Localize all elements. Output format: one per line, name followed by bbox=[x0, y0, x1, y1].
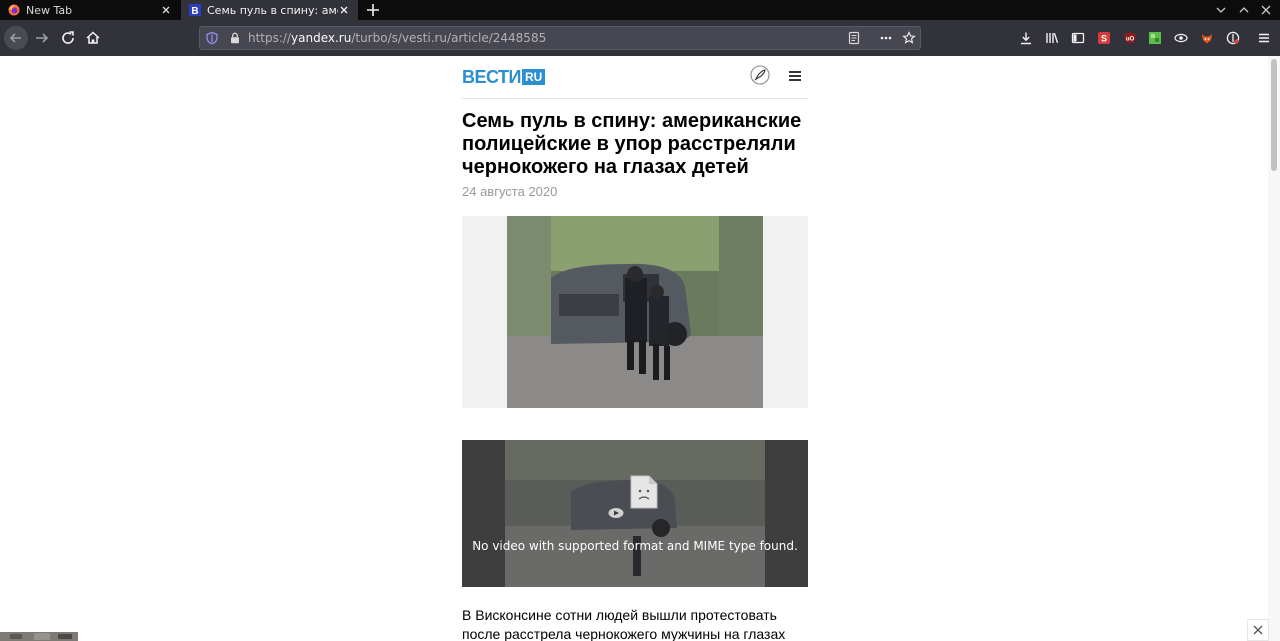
tab-title: Семь пуль в спину: америк bbox=[207, 3, 338, 17]
play-icon bbox=[608, 508, 624, 518]
logo-badge: RU bbox=[522, 69, 546, 85]
tab-title: New Tab bbox=[26, 3, 73, 17]
sad-file-icon bbox=[630, 475, 658, 509]
close-icon[interactable] bbox=[160, 4, 172, 16]
reader-view-icon[interactable] bbox=[847, 31, 861, 45]
overlay-close-button[interactable] bbox=[1247, 619, 1269, 641]
url-prefix: https:// bbox=[248, 31, 292, 45]
url-path: /turbo/s/vesti.ru/article/2448585 bbox=[351, 31, 547, 45]
forward-arrow-icon[interactable] bbox=[31, 27, 53, 49]
svg-text:uO: uO bbox=[1126, 37, 1135, 43]
navigation-toolbar: https://yandex.ru/turbo/s/vesti.ru/artic… bbox=[0, 20, 1280, 56]
extension-green-icon[interactable] bbox=[1148, 31, 1162, 45]
more-actions-icon[interactable] bbox=[879, 31, 893, 45]
back-button[interactable] bbox=[4, 26, 28, 50]
lock-icon[interactable] bbox=[228, 31, 242, 45]
home-icon[interactable] bbox=[82, 27, 104, 49]
vesti-logo[interactable]: ВЕСТИ RU bbox=[462, 67, 546, 87]
reload-icon[interactable] bbox=[57, 27, 79, 49]
url-text[interactable]: https://yandex.ru/turbo/s/vesti.ru/artic… bbox=[248, 27, 546, 49]
article-headline: Семь пуль в спину: американские полицейс… bbox=[462, 110, 802, 178]
url-host: yandex.ru bbox=[291, 31, 352, 45]
bottom-ad-strip-image bbox=[0, 632, 78, 641]
video-player[interactable]: No video with supported format and MIME … bbox=[462, 440, 808, 587]
sidebar-icon[interactable] bbox=[1071, 31, 1085, 45]
video-poster-frame bbox=[505, 440, 765, 587]
chevron-up-icon[interactable] bbox=[1237, 3, 1251, 17]
ublock-icon[interactable]: uO bbox=[1123, 31, 1137, 45]
url-bar[interactable]: https://yandex.ru/turbo/s/vesti.ru/artic… bbox=[199, 26, 921, 50]
tab-strip: New Tab В Семь пуль в спину: америк bbox=[0, 0, 1280, 20]
rocket-icon[interactable] bbox=[750, 65, 770, 85]
download-icon[interactable] bbox=[1019, 31, 1033, 45]
article-photo[interactable] bbox=[462, 216, 808, 408]
svg-text:В: В bbox=[191, 6, 198, 16]
bookmark-star-icon[interactable] bbox=[902, 31, 916, 45]
new-tab-plus-icon[interactable] bbox=[364, 1, 382, 19]
tab-new-tab[interactable]: New Tab bbox=[0, 0, 180, 20]
firefox-icon bbox=[8, 4, 20, 16]
logo-word: ВЕСТИ bbox=[462, 67, 522, 87]
article-date: 24 августа 2020 bbox=[462, 184, 558, 199]
extension-fox-icon[interactable] bbox=[1200, 31, 1214, 45]
scrollbar-thumb[interactable] bbox=[1271, 59, 1277, 171]
page-scrollbar[interactable] bbox=[1268, 56, 1280, 641]
police-scene-image bbox=[507, 216, 763, 408]
close-icon[interactable] bbox=[338, 4, 350, 16]
page-content: ВЕСТИ RU Семь пуль в спину: американские… bbox=[0, 56, 1280, 641]
hamburger-menu-icon[interactable] bbox=[788, 69, 802, 83]
article-body-text: В Висконсине сотни людей вышли протестов… bbox=[462, 607, 786, 641]
close-icon bbox=[1253, 625, 1263, 635]
chevron-down-icon[interactable] bbox=[1214, 3, 1228, 17]
library-icon[interactable] bbox=[1045, 31, 1059, 45]
menu-icon[interactable] bbox=[1257, 31, 1271, 45]
site-header: ВЕСТИ RU bbox=[462, 56, 808, 99]
tracking-shield-icon[interactable] bbox=[205, 31, 219, 45]
back-arrow-icon bbox=[9, 33, 21, 43]
tab-vesti-article[interactable]: В Семь пуль в спину: америк bbox=[181, 0, 358, 20]
svg-text:S: S bbox=[1101, 34, 1107, 44]
window-close-icon[interactable] bbox=[1259, 3, 1273, 17]
extension-clover-icon[interactable] bbox=[1174, 31, 1188, 45]
video-error-message: No video with supported format and MIME … bbox=[472, 539, 798, 553]
extension-shield-icon[interactable] bbox=[1226, 31, 1240, 45]
extension-red-icon[interactable]: S bbox=[1097, 31, 1111, 45]
vesti-favicon-icon: В bbox=[189, 4, 201, 16]
